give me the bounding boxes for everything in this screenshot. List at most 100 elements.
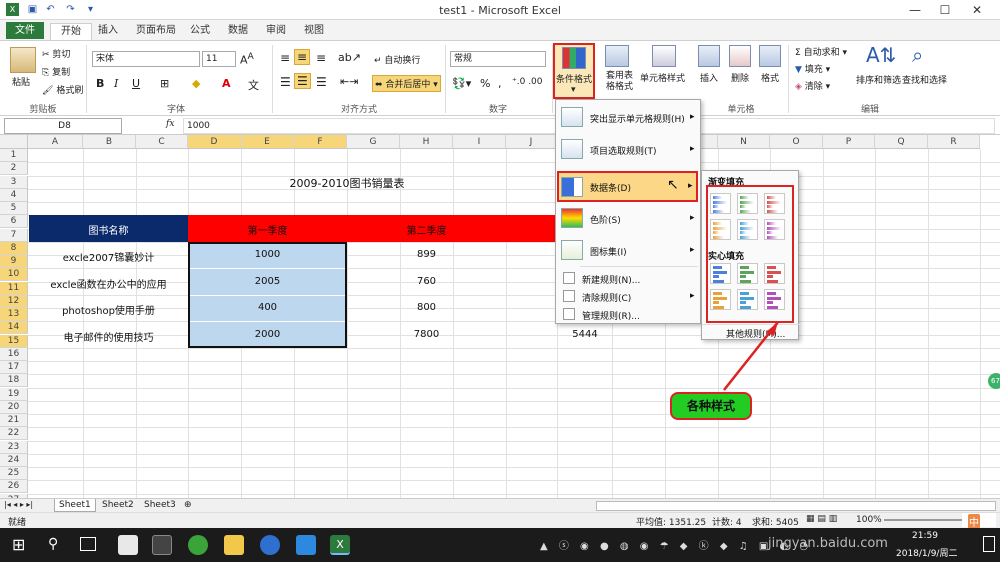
column-header-c[interactable]: C [136, 135, 188, 149]
tab-data[interactable]: 数据 [218, 23, 258, 40]
column-header-f[interactable]: F [294, 135, 347, 149]
sheet-tab-1[interactable]: Sheet1 [54, 499, 96, 512]
comma-icon[interactable]: , [498, 77, 502, 90]
minimize-button[interactable]: — [900, 0, 930, 20]
row-header-12[interactable]: 12 [0, 294, 28, 308]
column-header-a[interactable]: A [28, 135, 83, 149]
gradient-databar-option[interactable] [710, 193, 731, 214]
sort-filter-button[interactable]: 排序和筛选 [856, 73, 901, 86]
row-header-11[interactable]: 11 [0, 281, 28, 295]
media-player-icon[interactable] [260, 535, 280, 555]
app-icon[interactable] [118, 535, 138, 555]
clock-time[interactable]: 21:59 [912, 531, 938, 541]
merge-center-button[interactable]: ⬌ 合并后居中 ▾ [372, 75, 441, 92]
row-header-16[interactable]: 16 [0, 347, 28, 361]
tab-file[interactable]: 文件 [6, 22, 44, 39]
gradient-databar-option[interactable] [764, 193, 785, 214]
row-header-13[interactable]: 13 [0, 308, 28, 322]
menu-item-new-rule[interactable]: 新建规则(N)... [558, 270, 698, 287]
new-sheet-icon[interactable]: ⊕ [184, 500, 192, 510]
menu-item-manage-rules[interactable]: 管理规则(R)... [558, 306, 698, 323]
row-header-22[interactable]: 22 [0, 427, 28, 441]
format-painter-button[interactable]: 🖌 格式刷 [42, 83, 83, 96]
q2-cell[interactable]: 800 [347, 302, 506, 313]
q1-cell[interactable]: 1000 [188, 249, 347, 260]
binoculars-icon[interactable]: ⌕ [912, 43, 923, 67]
font-size-select[interactable]: 11 [202, 51, 236, 67]
paste-button[interactable]: 粘贴 [12, 75, 30, 88]
folder-icon[interactable] [224, 535, 244, 555]
q2-cell[interactable]: 899 [347, 249, 506, 260]
column-header-e[interactable]: E [241, 135, 294, 149]
row-header-8[interactable]: 8 [0, 241, 28, 255]
insert-cells-button[interactable]: 插入 [700, 71, 718, 84]
column-header-i[interactable]: I [453, 135, 506, 149]
cell-styles-button[interactable]: 单元格样式 [640, 71, 685, 84]
align-bottom-icon[interactable]: ≡ [316, 51, 326, 65]
column-header-r[interactable]: R [928, 135, 980, 149]
orientation-icon[interactable]: ab↗ [338, 51, 361, 64]
row-header-14[interactable]: 14 [0, 321, 28, 335]
solid-databar-option[interactable] [764, 263, 785, 284]
column-header-j[interactable]: J [506, 135, 557, 149]
format-cells-icon[interactable] [759, 45, 781, 67]
header-book-name[interactable]: 图书名称 [29, 222, 188, 237]
row-header-17[interactable]: 17 [0, 361, 28, 375]
excel-taskbar-icon[interactable]: X [330, 535, 350, 555]
tab-view[interactable]: 视图 [294, 23, 334, 40]
insert-function-icon[interactable]: fx [166, 119, 174, 129]
delete-cells-button[interactable]: 删除 [731, 71, 749, 84]
autosum-button[interactable]: Σ 自动求和 ▾ [795, 45, 847, 58]
row-header-7[interactable]: 7 [0, 228, 28, 242]
fill-button[interactable]: ▼ 填充 ▾ [795, 62, 830, 75]
search-icon[interactable]: ⚲ [48, 536, 58, 552]
row-header-4[interactable]: 4 [0, 188, 28, 202]
tab-home[interactable]: 开始 [50, 23, 92, 40]
menu-item-clear-rules[interactable]: 清除规则(C) ▸ [558, 288, 698, 305]
row-header-6[interactable]: 6 [0, 215, 28, 229]
horizontal-scrollbar[interactable] [596, 501, 996, 511]
row-header-25[interactable]: 25 [0, 467, 28, 481]
row-header-26[interactable]: 26 [0, 480, 28, 494]
worksheet-grid[interactable]: ABCDEFGHIJKLMNOPQR 123456789101112131415… [0, 135, 1000, 498]
notification-icon[interactable] [983, 536, 995, 552]
format-as-table-icon[interactable] [605, 45, 629, 67]
q2-cell[interactable]: 760 [347, 276, 506, 287]
row-header-3[interactable]: 3 [0, 175, 28, 189]
format-cells-button[interactable]: 格式 [761, 71, 779, 84]
q3-cell[interactable]: 5444 [530, 329, 640, 340]
delete-cells-icon[interactable] [729, 45, 751, 67]
windows-start-icon[interactable]: ⊞ [12, 537, 25, 553]
italic-button[interactable]: I [114, 77, 118, 90]
align-middle-icon[interactable]: ≡ [294, 49, 311, 65]
book-name-cell[interactable]: excle2007锦囊妙计 [29, 249, 188, 264]
solid-databar-option[interactable] [737, 263, 758, 284]
zoom-level[interactable]: 100% [856, 515, 882, 525]
menu-item-color-scales[interactable]: 色阶(S) ▸ [558, 204, 698, 232]
cut-button[interactable]: ✂ 剪切 [42, 47, 70, 60]
row-header-21[interactable]: 21 [0, 414, 28, 428]
menu-item-highlight-rules[interactable]: 突出显示单元格规则(H) ▸ [558, 102, 698, 132]
column-header-h[interactable]: H [400, 135, 453, 149]
clear-button[interactable]: ◈ 清除 ▾ [795, 79, 830, 92]
customize-quick-access-icon[interactable]: ▾ [84, 3, 97, 16]
row-header-5[interactable]: 5 [0, 202, 28, 216]
sheet-tab-3[interactable]: Sheet3 [140, 500, 180, 510]
maximize-button[interactable]: ☐ [930, 0, 960, 20]
gradient-databar-option[interactable] [737, 219, 758, 240]
name-box[interactable]: D8 [4, 118, 122, 134]
borders-icon[interactable]: ⊞ [160, 77, 169, 90]
task-view-icon[interactable] [80, 537, 96, 551]
tab-review[interactable]: 审阅 [256, 23, 296, 40]
sheet-nav-icon[interactable]: |◂ ◂ ▸ ▸| [4, 500, 33, 509]
header-q2[interactable]: 第二季度 [347, 222, 506, 237]
cell-styles-icon[interactable] [652, 45, 676, 67]
conditional-format-button[interactable]: 条件格式 ▾ [553, 43, 595, 99]
row-header-10[interactable]: 10 [0, 268, 28, 282]
row-header-24[interactable]: 24 [0, 453, 28, 467]
column-header-p[interactable]: P [823, 135, 875, 149]
sheet-title[interactable]: 2009-2010图书销量表 [188, 175, 506, 191]
solid-databar-option[interactable] [737, 289, 758, 310]
gradient-databar-option[interactable] [764, 219, 785, 240]
app-icon[interactable] [188, 535, 208, 555]
